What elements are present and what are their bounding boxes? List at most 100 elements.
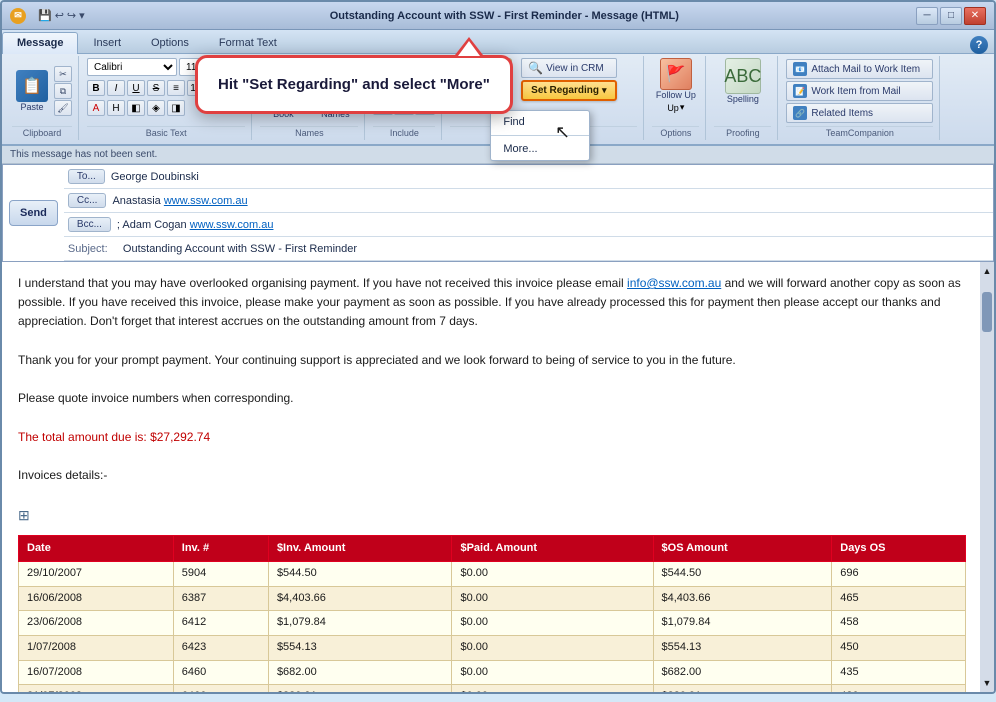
ribbon-group-proofing: ABC Spelling Proofing bbox=[708, 56, 778, 140]
subject-label: Subject: bbox=[68, 243, 123, 255]
table-cell-0-0: 29/10/2007 bbox=[19, 562, 174, 587]
table-cell-1-0: 16/06/2008 bbox=[19, 586, 174, 611]
bullet-list-button[interactable]: ≡ bbox=[167, 80, 185, 96]
callout-container: Hit "Set Regarding" and select "More" bbox=[195, 55, 513, 114]
to-value[interactable]: George Doubinski bbox=[111, 171, 989, 183]
bold-button[interactable]: B bbox=[87, 80, 105, 96]
new-work-item-from-mail-button[interactable]: 📝 Work Item from Mail bbox=[786, 81, 933, 101]
strikethrough-button[interactable]: S bbox=[147, 80, 165, 96]
table-cell-0-5: 696 bbox=[832, 562, 966, 587]
table-row: 21/07/20086466$880.91$0.00$880.91430 bbox=[19, 685, 966, 692]
teamcomp-content: 📧 Attach Mail to Work Item 📝 Work Item f… bbox=[786, 58, 933, 124]
table-row: 1/07/20086423$554.13$0.00$554.13450 bbox=[19, 636, 966, 661]
table-cell-5-0: 21/07/2008 bbox=[19, 685, 174, 692]
table-cell-3-3: $0.00 bbox=[452, 636, 653, 661]
table-cell-1-2: $4,403.66 bbox=[268, 586, 452, 611]
follow-up-chevron: ▾ bbox=[680, 102, 685, 113]
tab-insert[interactable]: Insert bbox=[78, 32, 136, 53]
font-color-button[interactable]: A bbox=[87, 100, 105, 116]
col-os-amount: $OS Amount bbox=[653, 535, 832, 562]
table-row: 29/10/20075904$544.50$0.00$544.50696 bbox=[19, 562, 966, 587]
table-cell-3-2: $554.13 bbox=[268, 636, 452, 661]
tab-format-text[interactable]: Format Text bbox=[204, 32, 292, 53]
cc-link[interactable]: www.ssw.com.au bbox=[164, 195, 248, 207]
redo-quick-btn[interactable]: ↪ bbox=[67, 9, 76, 22]
table-cell-0-4: $544.50 bbox=[653, 562, 832, 587]
paste-button[interactable]: 📋 Paste bbox=[12, 70, 52, 112]
table-row: 16/07/20086460$682.00$0.00$682.00435 bbox=[19, 660, 966, 685]
underline-button[interactable]: U bbox=[127, 80, 145, 96]
minimize-button[interactable]: ─ bbox=[916, 7, 938, 25]
italic-button[interactable]: I bbox=[107, 80, 125, 96]
save-quick-btn[interactable]: 💾 bbox=[38, 9, 52, 22]
attach-mail-label: Attach Mail to Work Item bbox=[811, 64, 920, 75]
table-cell-0-1: 5904 bbox=[173, 562, 268, 587]
attach-mail-to-work-item-button[interactable]: 📧 Attach Mail to Work Item bbox=[786, 59, 933, 79]
undo-quick-btn[interactable]: ↩ bbox=[55, 9, 64, 22]
window-title: Outstanding Account with SSW - First Rem… bbox=[93, 10, 916, 22]
invoice-table: Date Inv. # $Inv. Amount $Paid. Amount $… bbox=[18, 535, 966, 692]
table-expand-icon[interactable]: ⊞ bbox=[18, 504, 966, 526]
follow-up-label: Follow Up bbox=[656, 90, 696, 100]
bcc-button[interactable]: Bcc... bbox=[68, 217, 111, 232]
clipboard-area: 📋 Paste ✂ ⧉ 🖌 bbox=[12, 66, 72, 116]
new-work-item-icon: 📝 bbox=[793, 84, 807, 98]
names-group-label: Names bbox=[260, 126, 358, 138]
send-button-label: Send bbox=[20, 207, 47, 219]
app-icon: ✉ bbox=[10, 8, 26, 24]
spelling-button[interactable]: ABC Spelling bbox=[725, 58, 761, 104]
tab-options[interactable]: Options bbox=[136, 32, 204, 53]
more-quick-btn[interactable]: ▾ bbox=[79, 9, 85, 22]
align-center-button[interactable]: ◈ bbox=[147, 100, 165, 116]
table-cell-3-5: 450 bbox=[832, 636, 966, 661]
view-in-crm-icon: 🔍 bbox=[528, 61, 543, 75]
clipboard-group-content: 📋 Paste ✂ ⧉ 🖌 bbox=[12, 58, 72, 124]
table-cell-0-3: $0.00 bbox=[452, 562, 653, 587]
send-button[interactable]: Send bbox=[9, 200, 58, 226]
bcc-value[interactable]: ; Adam Cogan www.ssw.com.au bbox=[117, 219, 989, 231]
email-body[interactable]: ▲ ▼ I understand that you may have overl… bbox=[2, 262, 994, 692]
ribbon-tab-bar: Message Insert Options Format Text ? bbox=[2, 30, 994, 54]
email-link-info[interactable]: info@ssw.com.au bbox=[627, 276, 721, 290]
subject-value[interactable]: Outstanding Account with SSW - First Rem… bbox=[123, 243, 989, 255]
highlight-button[interactable]: H bbox=[107, 100, 125, 116]
dropdown-find-item[interactable]: Find bbox=[491, 111, 589, 133]
close-button[interactable]: ✕ bbox=[964, 7, 986, 25]
title-bar-left: ✉ 💾 ↩ ↪ ▾ bbox=[10, 8, 93, 24]
followup-group-content: 🚩 Follow Up Up ▾ bbox=[656, 58, 696, 124]
view-in-crm-button[interactable]: 🔍 View in CRM bbox=[521, 58, 616, 78]
proofing-group-label: Proofing bbox=[714, 126, 771, 138]
follow-up-button[interactable]: 🚩 Follow Up bbox=[656, 58, 696, 100]
help-button[interactable]: ? bbox=[970, 36, 988, 54]
quick-access-toolbar: 💾 ↩ ↪ ▾ bbox=[30, 9, 93, 22]
include-group-label: Include bbox=[373, 126, 435, 138]
body-paragraph-3: Please quote invoice numbers when corres… bbox=[18, 389, 966, 408]
paste-icon: 📋 bbox=[16, 70, 48, 102]
align-left-button[interactable]: ◧ bbox=[127, 100, 145, 116]
scroll-bar[interactable]: ▲ ▼ bbox=[980, 262, 994, 692]
tab-message[interactable]: Message bbox=[2, 32, 78, 54]
maximize-button[interactable]: □ bbox=[940, 7, 962, 25]
font-family-select[interactable]: Calibri bbox=[87, 58, 177, 76]
format-painter-button[interactable]: 🖌 bbox=[54, 100, 72, 116]
spelling-label: Spelling bbox=[727, 94, 759, 104]
scroll-thumb[interactable] bbox=[982, 292, 992, 332]
callout-overlay: Hit "Set Regarding" and select "More" bbox=[195, 55, 513, 114]
cc-button[interactable]: Cc... bbox=[68, 193, 107, 208]
ribbon-group-clipboard: 📋 Paste ✂ ⧉ 🖌 Clipboard bbox=[6, 56, 79, 140]
related-items-button[interactable]: 🔗 Related Items bbox=[786, 103, 933, 123]
clipboard-small-buttons: ✂ ⧉ 🖌 bbox=[54, 66, 72, 116]
cc-value[interactable]: Anastasia www.ssw.com.au bbox=[112, 195, 989, 207]
table-header-row: Date Inv. # $Inv. Amount $Paid. Amount $… bbox=[19, 535, 966, 562]
copy-button[interactable]: ⧉ bbox=[54, 83, 72, 99]
to-button[interactable]: To... bbox=[68, 169, 105, 184]
callout-arrow-inner bbox=[458, 41, 480, 56]
bcc-link[interactable]: www.ssw.com.au bbox=[190, 219, 274, 231]
cut-button[interactable]: ✂ bbox=[54, 66, 72, 82]
set-regarding-button[interactable]: Set Regarding ▾ bbox=[521, 80, 616, 101]
align-right-button[interactable]: ◨ bbox=[167, 100, 185, 116]
dropdown-more-item[interactable]: More... bbox=[491, 138, 589, 160]
crm-right-buttons: 🔍 View in CRM Set Regarding ▾ bbox=[521, 58, 616, 101]
table-cell-1-1: 6387 bbox=[173, 586, 268, 611]
table-cell-4-4: $682.00 bbox=[653, 660, 832, 685]
